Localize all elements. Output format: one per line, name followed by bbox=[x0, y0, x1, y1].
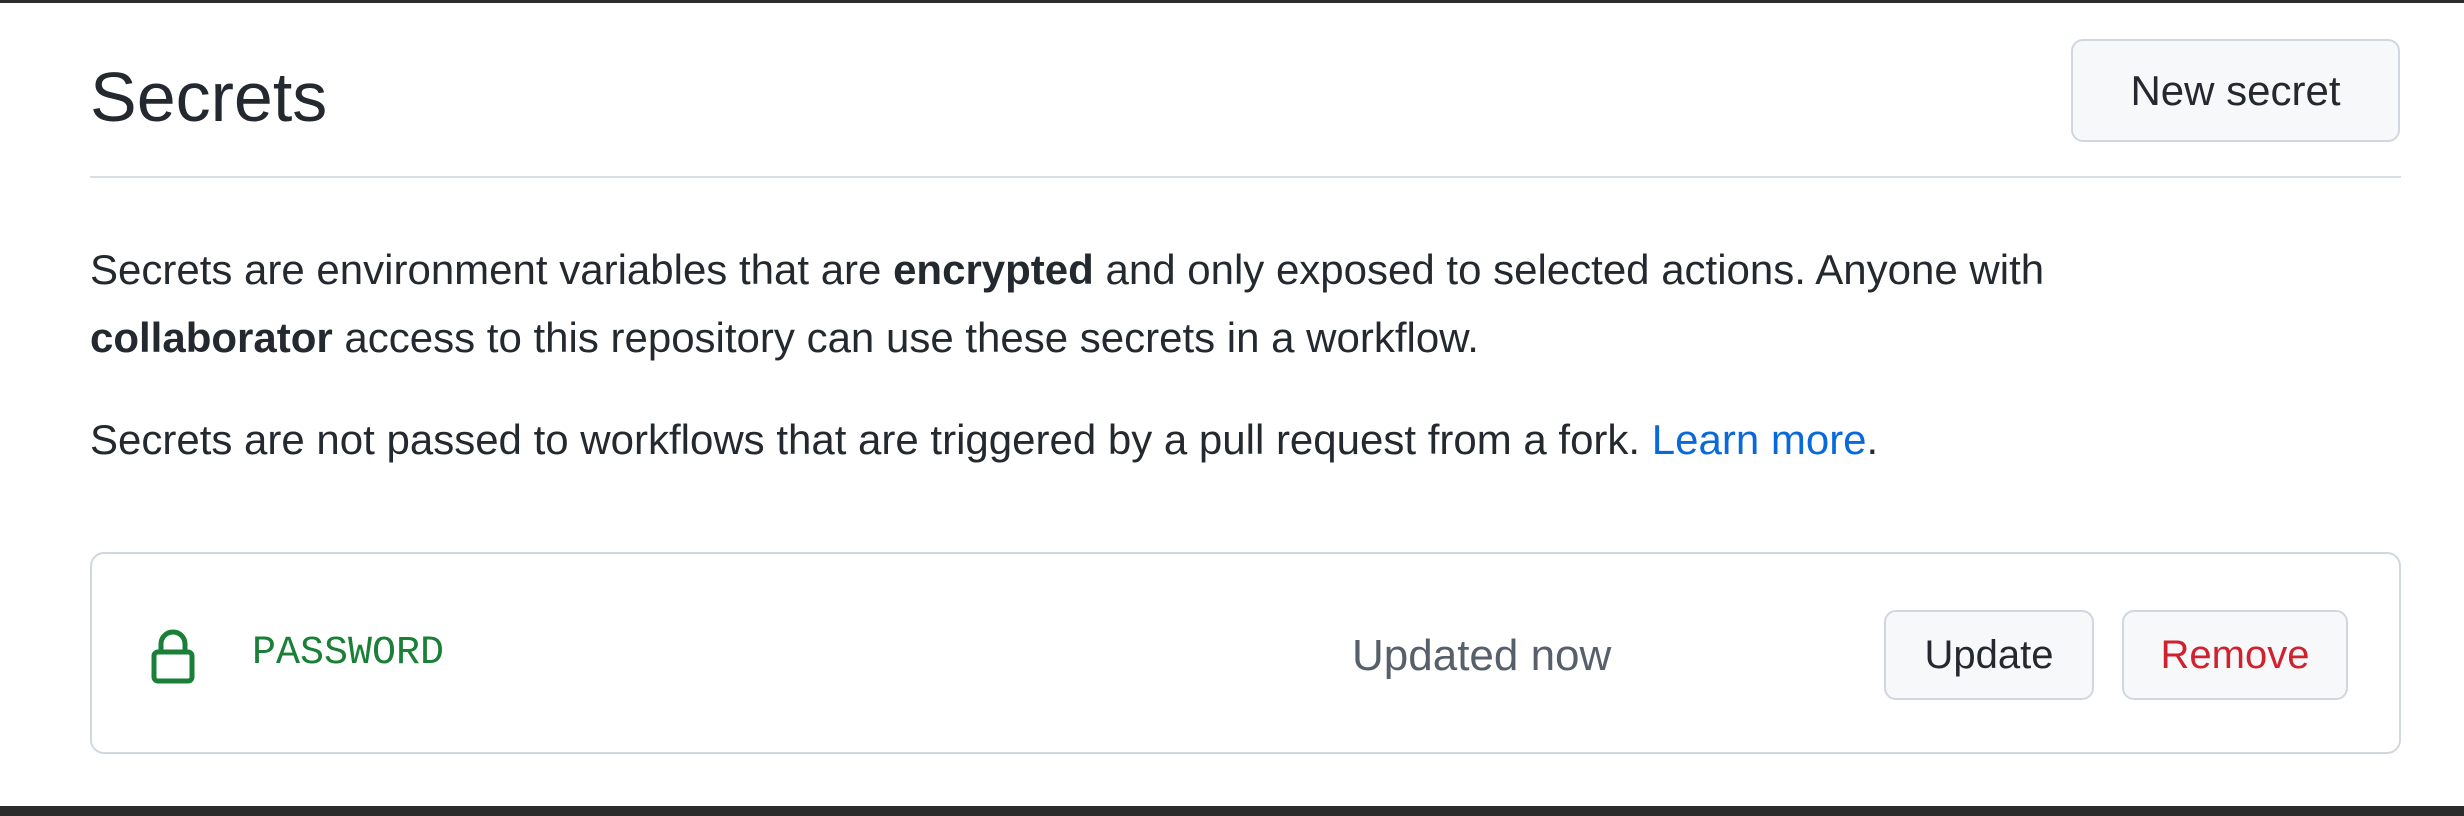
encrypted-emphasis: encrypted bbox=[893, 246, 1094, 293]
window-bottom-edge bbox=[0, 806, 2464, 816]
fork-notice: Secrets are not passed to workflows that… bbox=[90, 406, 1878, 474]
description-line-1: Secrets are environment variables that a… bbox=[90, 236, 2044, 304]
fork-notice-text: Secrets are not passed to workflows that… bbox=[90, 416, 1652, 463]
page-title: Secrets bbox=[90, 58, 328, 136]
description-text: and only exposed to selected actions. An… bbox=[1093, 246, 2045, 293]
new-secret-button[interactable]: New secret bbox=[2071, 39, 2400, 142]
remove-secret-button[interactable]: Remove bbox=[2122, 610, 2348, 700]
description-line-2: collaborator access to this repository c… bbox=[90, 304, 1479, 372]
window-top-edge bbox=[0, 0, 2464, 3]
description-text: Secrets are environment variables that a… bbox=[90, 246, 894, 293]
collaborator-emphasis: collaborator bbox=[90, 314, 333, 361]
learn-more-link[interactable]: Learn more bbox=[1652, 416, 1867, 463]
description-text: access to this repository can use these … bbox=[332, 314, 1479, 361]
update-secret-button[interactable]: Update bbox=[1884, 610, 2094, 700]
header-divider bbox=[90, 176, 2401, 178]
fork-notice-period: . bbox=[1866, 416, 1879, 463]
secret-updated-status: Updated now bbox=[1352, 631, 1612, 680]
lock-icon bbox=[151, 629, 195, 684]
secret-name: PASSWORD bbox=[252, 631, 445, 676]
secrets-list: PASSWORD Updated now Update Remove bbox=[90, 552, 2401, 754]
